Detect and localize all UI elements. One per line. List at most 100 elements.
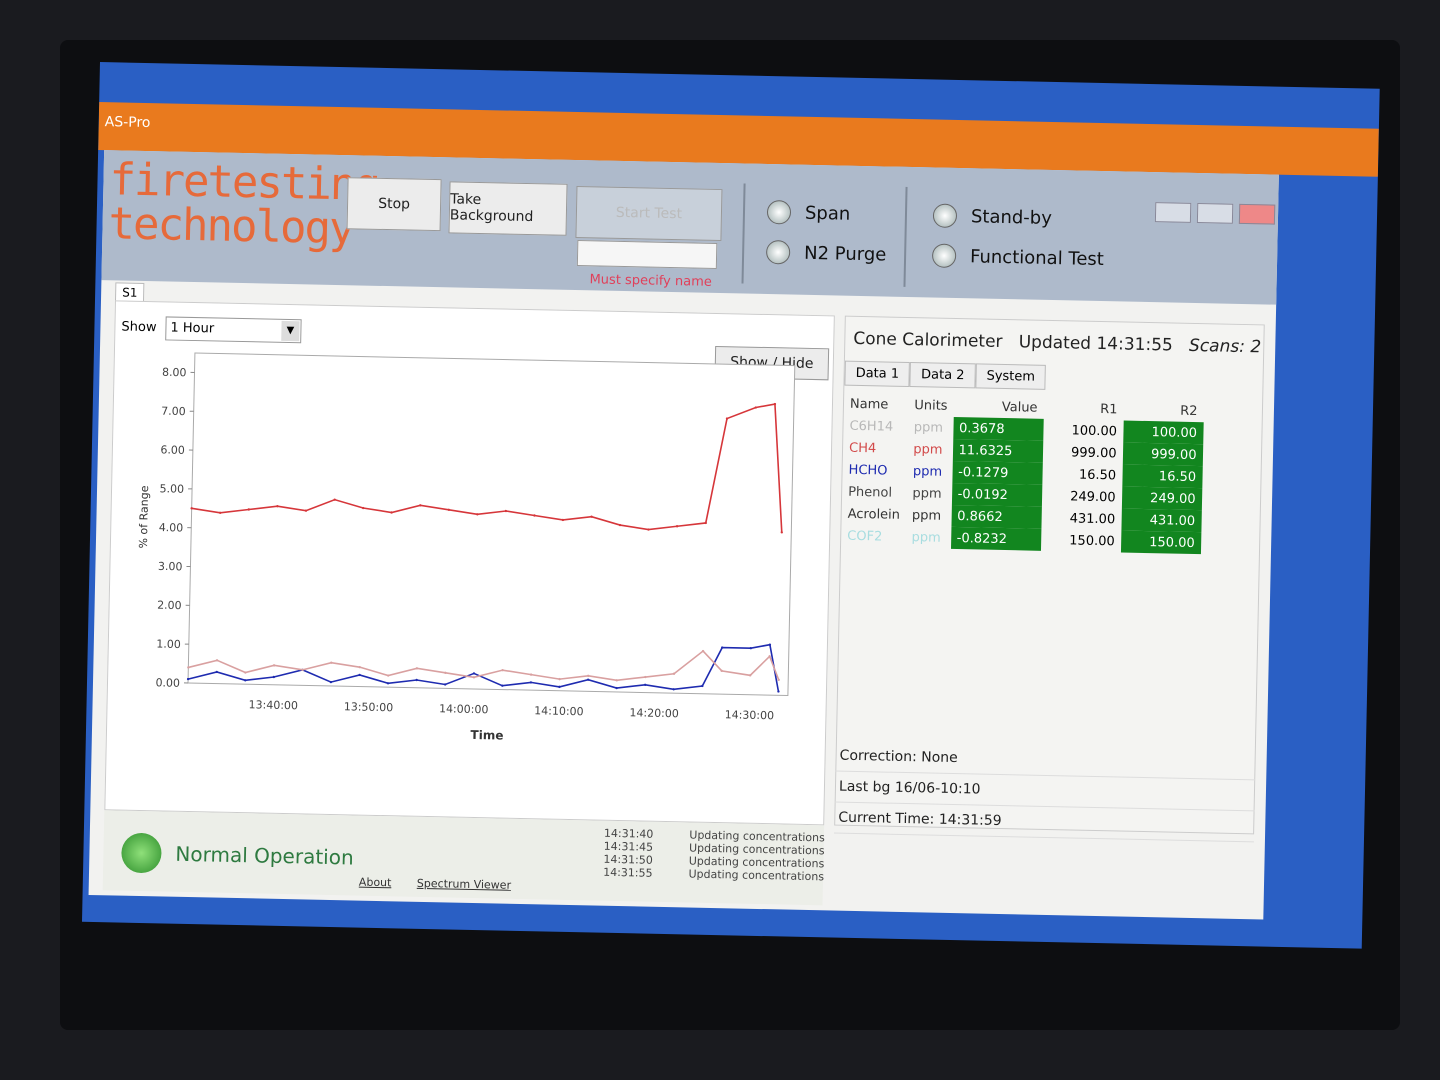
y-tick-label: 1.00 [156, 637, 181, 651]
cell-name: HCHO [848, 462, 888, 479]
cell-name: COF2 [847, 528, 883, 544]
cell-value: 0.8662 [950, 504, 1042, 529]
radio-label: Stand-by [970, 205, 1053, 229]
y-tick-label: 6.00 [160, 443, 185, 457]
x-axis-label: Time [470, 728, 503, 743]
plot-area [187, 352, 796, 697]
y-tick-label: 2.00 [157, 599, 182, 613]
radio-label: N2 Purge [803, 242, 887, 266]
y-tick-label: 5.00 [159, 482, 184, 496]
range-value: 1 Hour [170, 320, 215, 337]
radio-icon [765, 239, 791, 265]
cell-units: ppm [911, 507, 942, 524]
tab-data-1[interactable]: Data 1 [844, 360, 911, 388]
range-select[interactable]: 1 Hour ▼ [165, 316, 302, 344]
status-text: Normal Operation [175, 841, 354, 870]
chart: 0.00 1.00 2.00 3.00 4.00 5.00 6.00 7.00 8.00 13:4… [137, 352, 796, 743]
cell-value: 11.6325 [952, 438, 1043, 463]
radio-icon [766, 200, 792, 225]
cell-value: 0.3678 [952, 416, 1044, 441]
chart-panel: Show 1 Hour ▼ Show / Hide 0.00 1.00 2.00 3.0… [104, 300, 835, 826]
cell-units: ppm [912, 485, 942, 502]
cell-units: ppm [913, 441, 943, 458]
divider [741, 183, 746, 284]
radio-label: Functional Test [969, 245, 1105, 270]
take-background-button[interactable]: Take Background [448, 181, 568, 236]
column-header: R1 [1100, 402, 1118, 418]
cell-name: Acrolein [847, 506, 901, 523]
readings-table: Name Units Value R1 R2 C6H14 ppm 0.3678 100.00 10… [841, 394, 1204, 555]
log-time: 14:31:45 [603, 839, 654, 854]
span-radio[interactable]: Span [766, 200, 851, 226]
cell-r2: 431.00 [1120, 508, 1202, 533]
tab-data-2[interactable]: Data 2 [909, 362, 976, 389]
event-log[interactable]: 14:31:40 Updating concentrations 14:31:45 U… [603, 827, 1164, 891]
about-link[interactable]: About [359, 876, 392, 890]
spectrum-viewer-link[interactable]: Spectrum Viewer [417, 877, 511, 892]
chevron-down-icon: ▼ [281, 320, 300, 342]
x-tick-label: 13:40:00 [248, 698, 298, 712]
y-tick-label: 3.00 [158, 560, 183, 574]
y-tick-label: 0.00 [155, 676, 180, 690]
logo-line2: technology [108, 198, 355, 255]
cell-units: ppm [913, 419, 944, 436]
name-warning: Must specify name [589, 272, 712, 290]
cell-units: ppm [911, 529, 941, 546]
cell-name: Phenol [848, 484, 893, 501]
x-tick-label: 14:10:00 [534, 704, 584, 718]
cell-r2: 249.00 [1121, 486, 1202, 511]
info-panel: Correction: None Last bg 16/06-10:10 Cur… [834, 740, 1256, 843]
cell-r2: 999.00 [1122, 442, 1203, 467]
window-title: AS-Pro [104, 114, 151, 132]
x-tick-label: 14:00:00 [439, 702, 489, 716]
log-time: 14:31:55 [603, 865, 653, 880]
cell-r1: 100.00 [1071, 422, 1118, 439]
stop-button[interactable]: Stop [346, 177, 442, 232]
cell-r1: 999.00 [1070, 444, 1117, 461]
y-tick-label: 7.00 [161, 405, 186, 419]
cell-value: -0.0192 [951, 482, 1042, 507]
maximize-button[interactable] [1196, 203, 1234, 224]
divider [903, 186, 908, 287]
test-name-input[interactable] [576, 240, 718, 269]
close-button[interactable] [1238, 203, 1276, 225]
column-header: Name [849, 396, 889, 413]
standby-radio[interactable]: Stand-by [932, 203, 1053, 229]
cell-value: -0.8232 [950, 526, 1041, 551]
minimize-button[interactable] [1154, 202, 1192, 223]
functional-test-radio[interactable]: Functional Test [931, 243, 1105, 271]
column-header: Value [1001, 399, 1038, 416]
app-window: firetesting technology Stop Take Backgrou… [88, 150, 1279, 920]
scan-count: Scans: 2 [1188, 335, 1262, 358]
cell-name: CH4 [848, 440, 877, 456]
cell-r1: 249.00 [1070, 488, 1116, 505]
updated-time: Updated 14:31:55 [1018, 332, 1174, 356]
toolbar: firetesting technology Stop Take Backgrou… [101, 150, 1279, 305]
logo: firetesting technology [108, 154, 379, 255]
status-led-icon [121, 832, 162, 874]
column-header: Units [914, 398, 948, 414]
cell-r2: 16.50 [1121, 464, 1203, 489]
cell-r1: 150.00 [1069, 532, 1115, 549]
log-time: 14:31:40 [603, 826, 654, 841]
radio-icon [931, 243, 957, 268]
cell-units: ppm [912, 463, 943, 480]
tab-system[interactable]: System [975, 363, 1047, 390]
start-test-button[interactable]: Start Test [575, 186, 723, 242]
cell-r2: 150.00 [1120, 530, 1201, 555]
column-header: R2 [1180, 403, 1198, 420]
log-time: 14:31:50 [603, 852, 653, 867]
y-tick-label: 8.00 [162, 366, 187, 380]
x-tick-label: 13:50:00 [344, 700, 394, 714]
cell-r2: 100.00 [1122, 420, 1204, 445]
x-tick-label: 14:30:00 [725, 708, 775, 722]
screen: AS-Pro firetesting technology Stop Take B… [81, 62, 1380, 949]
radio-icon [932, 203, 958, 228]
cell-r1: 16.50 [1078, 467, 1117, 483]
x-tick-label: 14:20:00 [629, 706, 679, 720]
cell-name: C6H14 [849, 418, 894, 435]
status-bar: Normal Operation About Spectrum Viewer 1… [102, 810, 825, 906]
y-axis-label: % of Range [137, 485, 151, 548]
cell-value: -0.1279 [951, 460, 1043, 485]
n2-purge-radio[interactable]: N2 Purge [765, 239, 887, 267]
